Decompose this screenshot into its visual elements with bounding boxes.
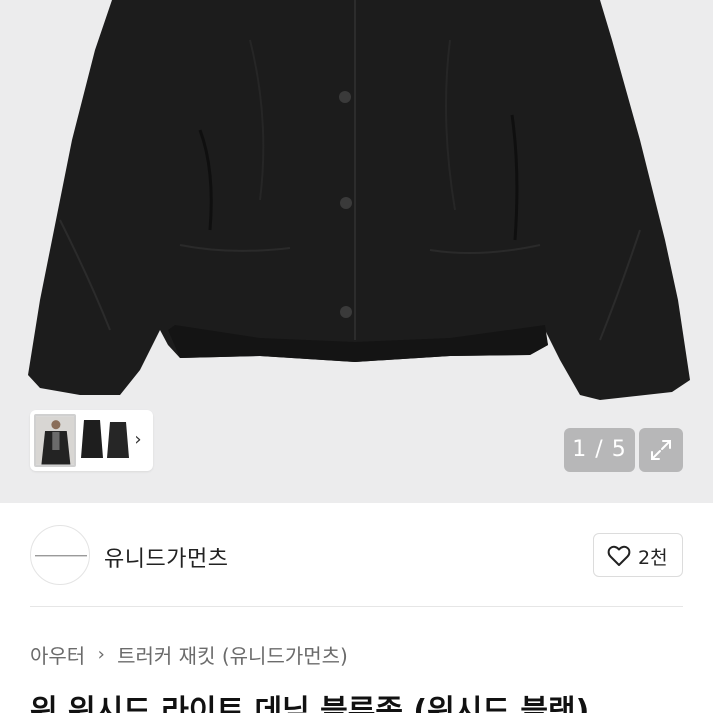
seller-section: 유니드가먼츠 2천 xyxy=(0,503,713,606)
product-title: 워 워시드 라이트 데님 블루종 (워시드 블랙) xyxy=(30,694,590,713)
breadcrumb-category[interactable]: 아우터 xyxy=(30,640,85,669)
seller-logo xyxy=(35,555,87,557)
expand-icon xyxy=(651,440,671,460)
seller-name[interactable]: 유니드가먼츠 xyxy=(104,541,228,573)
like-count: 2천 xyxy=(638,547,668,569)
seller-avatar[interactable] xyxy=(30,525,90,585)
thumbnail-model[interactable] xyxy=(34,414,76,467)
thumbnail-jacket-back[interactable] xyxy=(106,414,130,467)
divider xyxy=(30,606,683,607)
expand-button[interactable] xyxy=(639,428,683,472)
image-counter: 1 / 5 xyxy=(564,428,635,472)
chevron-right-icon[interactable]: › xyxy=(131,429,145,451)
thumbnail-strip[interactable]: › xyxy=(30,410,153,471)
chevron-right-icon: › xyxy=(97,644,105,665)
breadcrumb: 아우터 › 트러커 재킷 (유니드가먼츠) xyxy=(30,640,348,669)
heart-outline-icon xyxy=(607,545,631,566)
breadcrumb-subcategory[interactable]: 트러커 재킷 (유니드가먼츠) xyxy=(117,640,348,669)
thumbnail-jacket-front[interactable] xyxy=(80,414,104,467)
product-image-gallery[interactable]: › 1 / 5 xyxy=(0,0,713,503)
like-button[interactable]: 2천 xyxy=(593,533,683,577)
